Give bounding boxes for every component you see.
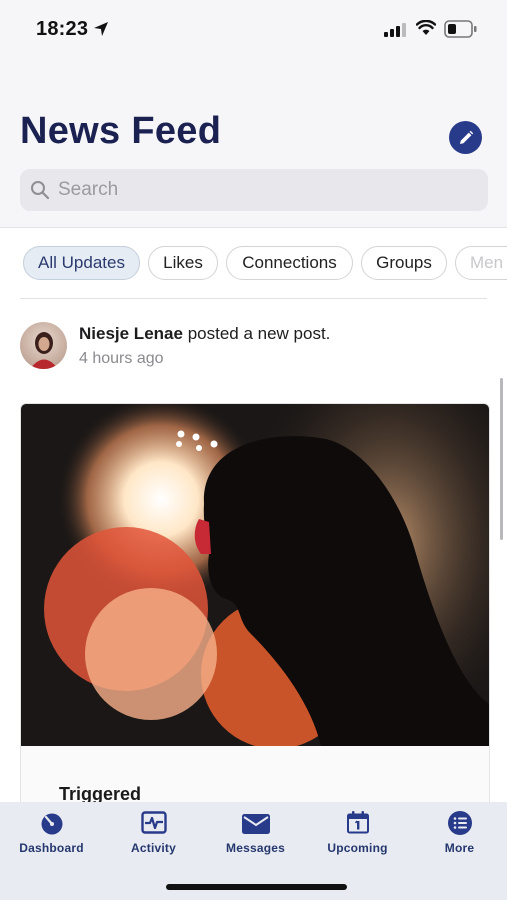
activity-icon <box>141 811 167 834</box>
post-meta: Niesje Lenae posted a new post. <box>79 324 330 344</box>
tab-activity[interactable]: Activity <box>103 802 204 864</box>
status-time: 18:23 <box>36 18 89 40</box>
tab-label: More <box>444 841 475 855</box>
cellular-signal-icon <box>384 23 406 37</box>
filter-chip-men[interactable]: Men <box>455 246 507 280</box>
status-bar: 18:23 <box>0 0 507 60</box>
tab-label: Upcoming <box>327 841 388 855</box>
page-title: News Feed <box>20 110 222 152</box>
compose-button[interactable] <box>449 121 482 154</box>
tab-more[interactable]: More <box>409 802 507 864</box>
post-timestamp: 4 hours ago <box>79 350 164 367</box>
tab-upcoming[interactable]: Upcoming <box>307 802 408 864</box>
pencil-icon <box>459 130 473 144</box>
tab-label: Dashboard <box>19 841 84 855</box>
avatar[interactable] <box>20 322 67 369</box>
post-card[interactable]: Triggered <box>20 403 490 825</box>
filter-chip-connections[interactable]: Connections <box>226 246 353 280</box>
filter-divider <box>20 298 487 299</box>
scrollbar[interactable] <box>500 378 503 540</box>
tab-label: Activity <box>131 841 176 855</box>
list-icon <box>448 811 472 835</box>
home-indicator <box>166 884 347 890</box>
post-image[interactable] <box>21 404 489 746</box>
tab-messages[interactable]: Messages <box>205 802 306 864</box>
post-author[interactable]: Niesje Lenae <box>79 324 183 343</box>
post-action: posted a new post. <box>187 324 331 343</box>
tab-label: Messages <box>226 841 285 855</box>
dashboard-icon <box>41 813 63 835</box>
envelope-icon <box>242 814 270 834</box>
wifi-icon <box>416 20 436 35</box>
search-input[interactable] <box>58 169 478 211</box>
filter-tabs: All Updates Likes Connections Groups Men <box>0 246 507 282</box>
search-icon <box>31 181 50 200</box>
battery-icon <box>444 20 477 38</box>
calendar-icon <box>347 811 369 834</box>
tab-dashboard[interactable]: Dashboard <box>1 802 102 864</box>
filter-chip-groups[interactable]: Groups <box>361 246 447 280</box>
filter-chip-all-updates[interactable]: All Updates <box>23 246 140 280</box>
search-bar[interactable] <box>20 169 488 211</box>
location-arrow-icon <box>94 22 108 36</box>
filter-chip-likes[interactable]: Likes <box>148 246 218 280</box>
